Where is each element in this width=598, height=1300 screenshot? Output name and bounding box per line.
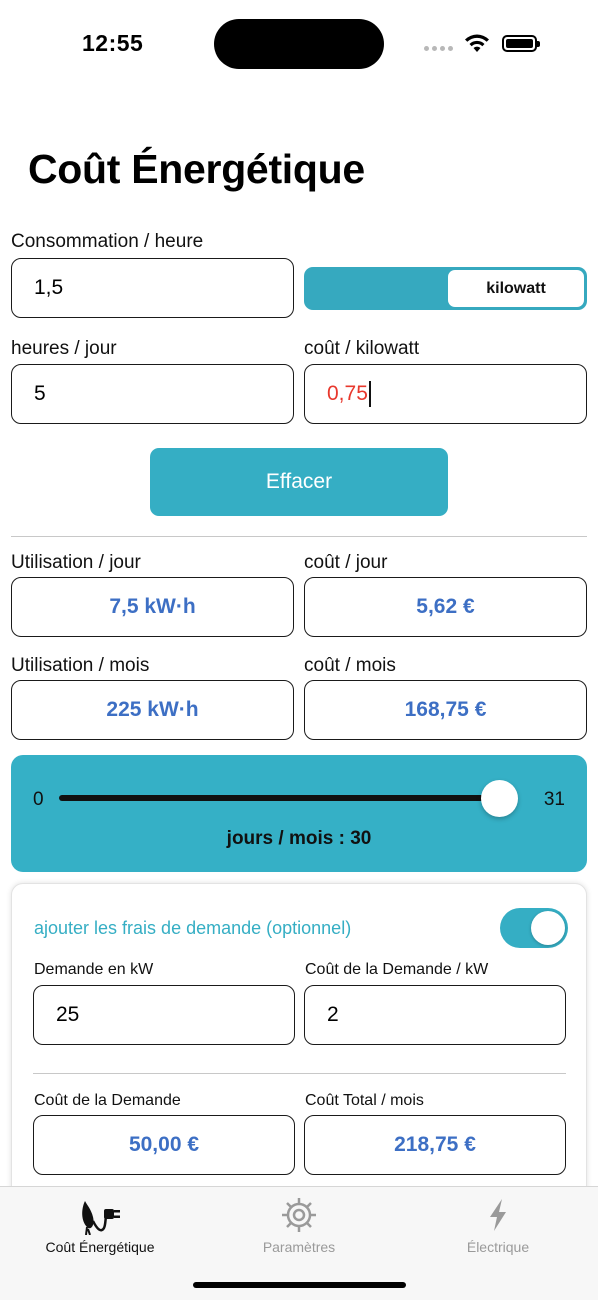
home-indicator bbox=[193, 1282, 406, 1288]
demand-divider bbox=[33, 1073, 566, 1074]
demand-cost-label: Coût de la Demande bbox=[34, 1092, 181, 1109]
usage-per-month-label: Utilisation / mois bbox=[11, 655, 150, 676]
demand-kw-value: 25 bbox=[56, 1003, 80, 1026]
tab-electrical[interactable]: Électrique bbox=[398, 1195, 598, 1255]
days-slider-thumb[interactable] bbox=[481, 780, 518, 817]
consumption-value: 1,5 bbox=[34, 276, 64, 299]
unit-option-kilowatt[interactable]: kilowatt bbox=[448, 270, 584, 307]
days-slider-track[interactable] bbox=[59, 795, 505, 801]
hours-input[interactable]: 5 bbox=[11, 364, 294, 424]
demand-toggle-label: ajouter les frais de demande (optionnel) bbox=[34, 918, 352, 938]
demand-cost-value: 50,00 € bbox=[33, 1115, 295, 1175]
days-slider-card: 0 31 jours / mois : 30 bbox=[11, 755, 587, 872]
unit-option-label: kilowatt bbox=[486, 279, 546, 297]
cellular-signal-icon bbox=[424, 46, 453, 51]
usage-per-day-label: Utilisation / jour bbox=[11, 552, 141, 573]
demand-cost-per-kw-label: Coût de la Demande / kW bbox=[305, 961, 489, 978]
text-caret bbox=[368, 381, 371, 407]
days-per-month-caption: jours / mois : 30 bbox=[226, 828, 372, 849]
cost-per-day-label: coût / jour bbox=[304, 552, 388, 573]
dynamic-island bbox=[214, 19, 384, 69]
tab-label: Paramètres bbox=[262, 1239, 336, 1255]
clear-button[interactable]: Effacer bbox=[150, 448, 448, 516]
divider bbox=[11, 536, 587, 537]
unit-segmented-control[interactable]: kilowatt bbox=[304, 267, 587, 310]
tab-energy-cost[interactable]: Coût Énergétique bbox=[0, 1195, 200, 1255]
slider-max-label: 31 bbox=[543, 789, 565, 810]
tab-label: Électrique bbox=[466, 1239, 530, 1255]
status-time: 12:55 bbox=[82, 30, 144, 56]
slider-min-label: 0 bbox=[33, 789, 44, 810]
wifi-icon bbox=[465, 34, 489, 52]
toggle-knob bbox=[531, 911, 565, 945]
cost-per-kw-input[interactable]: 0,75 bbox=[304, 364, 587, 424]
demand-toggle-switch[interactable] bbox=[500, 908, 568, 948]
total-cost-value: 218,75 € bbox=[304, 1115, 566, 1175]
battery-icon bbox=[502, 35, 540, 52]
consumption-input[interactable]: 1,5 bbox=[11, 258, 294, 318]
demand-kw-label: Demande en kW bbox=[34, 961, 154, 978]
cost-per-kw-value: 0,75 bbox=[327, 382, 368, 405]
bolt-icon bbox=[490, 1199, 506, 1231]
tab-settings[interactable]: Paramètres bbox=[199, 1195, 399, 1255]
consumption-label: Consommation / heure bbox=[11, 231, 204, 252]
total-cost-label: Coût Total / mois bbox=[305, 1092, 424, 1109]
demand-charges-card: ajouter les frais de demande (optionnel)… bbox=[11, 883, 587, 1203]
usage-per-day-value: 7,5 kW·h bbox=[11, 577, 294, 637]
tab-label: Coût Énergétique bbox=[45, 1239, 155, 1255]
usage-per-month-value: 225 kW·h bbox=[11, 680, 294, 740]
demand-kw-input[interactable]: 25 bbox=[33, 985, 295, 1045]
gear-icon bbox=[282, 1198, 316, 1232]
cost-per-month-value: 168,75 € bbox=[304, 680, 587, 740]
hours-label: heures / jour bbox=[11, 338, 117, 359]
demand-cost-per-kw-input[interactable]: 2 bbox=[304, 985, 566, 1045]
cost-per-kw-label: coût / kilowatt bbox=[304, 338, 420, 359]
cost-per-month-label: coût / mois bbox=[304, 655, 396, 676]
page-title: Coût Énergétique bbox=[28, 146, 365, 192]
hours-value: 5 bbox=[34, 382, 46, 405]
plug-icon bbox=[82, 1201, 120, 1235]
demand-cost-per-kw-value: 2 bbox=[327, 1003, 339, 1026]
cost-per-day-value: 5,62 € bbox=[304, 577, 587, 637]
